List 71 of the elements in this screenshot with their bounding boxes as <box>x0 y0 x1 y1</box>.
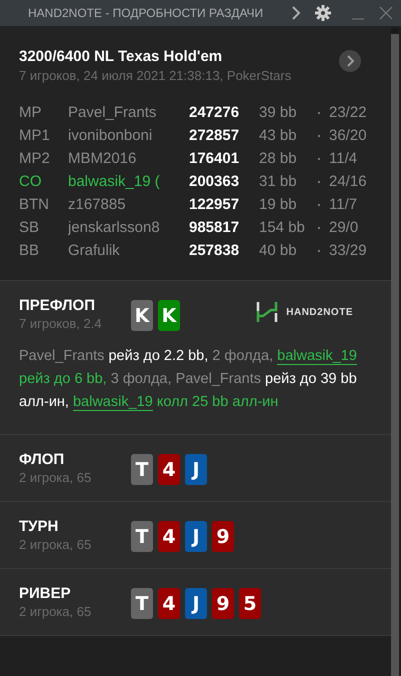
stat-cell: 23/22 <box>329 104 367 121</box>
logo-text: HAND2NOTE <box>286 306 353 318</box>
player-link[interactable]: balwasik_19 <box>277 348 357 365</box>
playing-card: J <box>185 588 207 619</box>
stack-cell-text: 272857 <box>189 127 240 144</box>
playing-card: J <box>185 454 207 485</box>
scrollbar[interactable] <box>391 28 399 676</box>
stack-cell-text: 122957 <box>189 196 240 213</box>
playing-card: 5 <box>239 588 261 619</box>
player-name: jenskarlsson8 <box>68 219 160 236</box>
street-name: РИВЕР <box>19 585 72 602</box>
position-cell-text: BTN <box>19 196 50 213</box>
player-name: Grafulik <box>68 242 120 259</box>
street-name: ПРЕФЛОП <box>19 297 96 314</box>
stack-cell-text: 257838 <box>189 242 240 259</box>
stack-cell-text: 200363 <box>189 173 240 190</box>
playing-card: 9 <box>212 588 234 619</box>
bb-cell-text: 43 bb <box>259 127 298 144</box>
playing-card: T <box>131 521 153 552</box>
player-suffix: ( <box>154 173 160 190</box>
player-name: z167885 <box>68 196 126 213</box>
stack-cell-text: 247276 <box>189 104 240 121</box>
position-cell-text: MP <box>19 104 42 121</box>
player-name: MBM2016 <box>68 150 136 167</box>
street-name: ФЛОП <box>19 451 66 468</box>
stack-cell-text: 985817 <box>189 219 240 236</box>
street-info: 2 игрока, 65 <box>19 604 92 619</box>
position-cell-text: MP2 <box>19 150 51 167</box>
bb-cell-text: 19 bb <box>259 196 298 213</box>
next-button[interactable] <box>339 50 361 72</box>
position-cell-text: BB <box>19 242 40 259</box>
bb-cell-text: 39 bb <box>259 104 298 121</box>
street-name: ТУРН <box>19 518 60 535</box>
playing-card: K <box>131 300 153 331</box>
playing-card: K <box>158 300 180 331</box>
hand-title: 3200/6400 NL Texas Hold'em <box>19 48 224 65</box>
player-name: ivonibonboni <box>68 127 152 144</box>
close-icon[interactable] <box>379 6 393 20</box>
playing-card: T <box>131 588 153 619</box>
action-summary: Pavel_Frants рейз до 2.2 bb, 2 фолда, balwasik_19 рейз до 6 bb, 3 фолда, Pavel_Frants рейз до 39 bb алл-ин, balwasik_19 колл 25 bb алл-ин <box>19 347 358 413</box>
player-link[interactable]: balwasik_19 <box>72 394 153 411</box>
stack-cell-text: 176401 <box>189 150 240 167</box>
playing-card: 4 <box>158 521 180 552</box>
playing-card: J <box>185 521 207 552</box>
chevron-right-icon[interactable] <box>291 6 301 20</box>
stat-cell: 36/20 <box>329 127 367 144</box>
bb-cell-text: 154 bb <box>259 219 306 236</box>
player-name: Pavel_Frants <box>68 104 156 121</box>
position-cell-text: MP1 <box>19 127 51 144</box>
playing-card: T <box>131 454 153 485</box>
playing-card: 4 <box>158 454 180 485</box>
logo-icon <box>256 301 278 323</box>
street-info: 2 игрока, 65 <box>19 537 92 552</box>
hand-subtitle: 7 игроков, 24 июля 2021 21:38:13, PokerStars <box>19 68 292 83</box>
position-cell-text: SB <box>19 219 40 236</box>
stat-cell: 33/29 <box>329 242 367 259</box>
street-info: 7 игроков, 2.4 <box>19 316 103 331</box>
bb-cell-text: 40 bb <box>259 242 298 259</box>
playing-card: 9 <box>212 521 234 552</box>
stat-cell: 24/16 <box>329 173 367 190</box>
stat-cell: 11/4 <box>329 150 358 167</box>
bb-cell-text: 31 bb <box>259 173 298 190</box>
playing-card: 4 <box>158 588 180 619</box>
player-link[interactable]: balwasik_19 <box>68 173 151 190</box>
bb-cell-text: 28 bb <box>259 150 298 167</box>
window-title: HAND2NOTE - ПОДРОБНОСТИ РАЗДАЧИ <box>28 6 264 20</box>
street-info: 2 игрока, 65 <box>19 470 92 485</box>
settings-icon[interactable] <box>315 5 331 21</box>
position-cell-text: CO <box>19 173 42 190</box>
stat-cell: 11/7 <box>329 196 358 213</box>
stat-cell: 29/0 <box>329 219 358 236</box>
